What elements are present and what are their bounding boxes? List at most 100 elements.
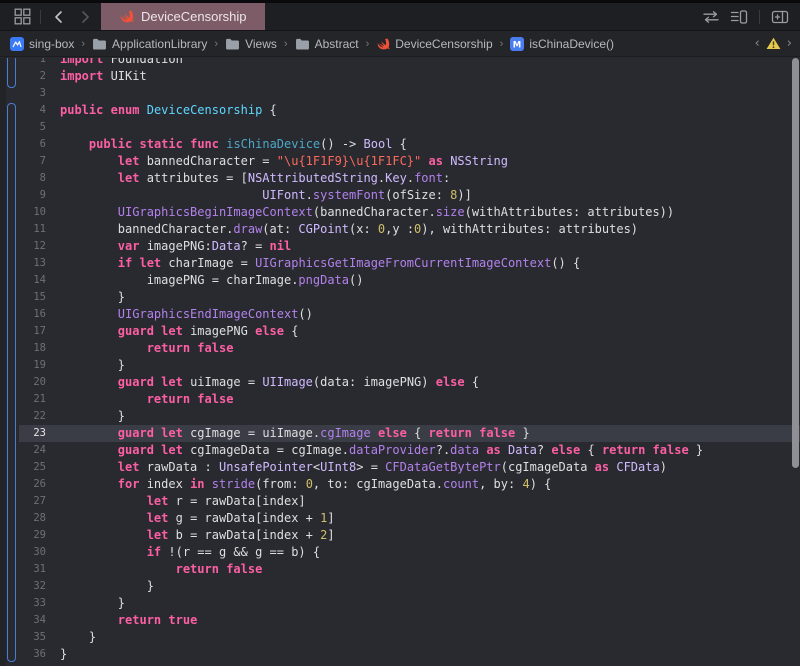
code-line[interactable]: 24 guard let cgImageData = cgImage.dataP… bbox=[0, 442, 800, 459]
line-number[interactable]: 24 bbox=[0, 442, 46, 459]
back-icon[interactable] bbox=[47, 3, 71, 30]
code-line[interactable]: 8 let attributes = [NSAttributedString.K… bbox=[0, 170, 800, 187]
line-number[interactable]: 34 bbox=[0, 612, 46, 629]
code-text: let rawData : UnsafePointer<UInt8> = CFD… bbox=[60, 459, 667, 476]
line-number[interactable]: 26 bbox=[0, 476, 46, 493]
line-number[interactable]: 20 bbox=[0, 374, 46, 391]
code-line[interactable]: 32 } bbox=[0, 578, 800, 595]
add-editor-icon[interactable] bbox=[768, 3, 792, 30]
code-line[interactable]: 4public enum DeviceCensorship { bbox=[0, 102, 800, 119]
code-line[interactable]: 2 import UIKit bbox=[0, 68, 800, 85]
code-line[interactable]: 5 bbox=[0, 119, 800, 136]
code-line[interactable]: 27 let r = rawData[index] bbox=[0, 493, 800, 510]
forward-icon[interactable] bbox=[73, 3, 97, 30]
code-text: UIFont.systemFont(ofSize: 8)] bbox=[60, 187, 472, 204]
line-number[interactable]: 23 bbox=[0, 425, 46, 442]
code-line[interactable]: 11 bannedCharacter.draw(at: CGPoint(x: 0… bbox=[0, 221, 800, 238]
code-line[interactable]: 1import Foundation bbox=[0, 58, 800, 68]
line-number[interactable]: 2 bbox=[0, 68, 46, 85]
line-number[interactable]: 29 bbox=[0, 527, 46, 544]
line-number[interactable]: 19 bbox=[0, 357, 46, 374]
line-number[interactable]: 7 bbox=[0, 153, 46, 170]
line-number[interactable]: 5 bbox=[0, 119, 46, 136]
line-number[interactable]: 3 bbox=[0, 85, 46, 102]
line-number[interactable]: 9 bbox=[0, 187, 46, 204]
code-line[interactable]: 9 UIFont.systemFont(ofSize: 8)] bbox=[0, 187, 800, 204]
code-line[interactable]: 23 guard let cgImage = uiImage.cgImage e… bbox=[0, 425, 800, 442]
code-line[interactable]: 35 } bbox=[0, 629, 800, 646]
tab-devicecensorship[interactable]: DeviceCensorship bbox=[101, 3, 265, 30]
code-line[interactable]: 18 return false bbox=[0, 340, 800, 357]
code-line[interactable]: 3 bbox=[0, 85, 800, 102]
line-number[interactable]: 13 bbox=[0, 255, 46, 272]
code-line[interactable]: 36} bbox=[0, 646, 800, 663]
code-line[interactable]: 14 imagePNG = charImage.pngData() bbox=[0, 272, 800, 289]
line-number[interactable]: 10 bbox=[0, 204, 46, 221]
line-number[interactable]: 33 bbox=[0, 595, 46, 612]
line-number[interactable]: 14 bbox=[0, 272, 46, 289]
code-line[interactable]: 15 } bbox=[0, 289, 800, 306]
code-line[interactable]: 10 UIGraphicsBeginImageContext(bannedCha… bbox=[0, 204, 800, 221]
line-number[interactable]: 6 bbox=[0, 136, 46, 153]
code-line[interactable]: 16 UIGraphicsEndImageContext() bbox=[0, 306, 800, 323]
line-number[interactable]: 35 bbox=[0, 629, 46, 646]
line-number[interactable]: 31 bbox=[0, 561, 46, 578]
code-line[interactable]: 26 for index in stride(from: 0, to: cgIm… bbox=[0, 476, 800, 493]
code-line[interactable]: 17 guard let imagePNG else { bbox=[0, 323, 800, 340]
code-editor[interactable]: 1import Foundation2 import UIKit 34public … bbox=[0, 58, 800, 666]
line-number[interactable]: 32 bbox=[0, 578, 46, 595]
code-text: } bbox=[60, 578, 154, 595]
code-line[interactable]: 25 let rawData : UnsafePointer<UInt8> = … bbox=[0, 459, 800, 476]
line-number[interactable]: 30 bbox=[0, 544, 46, 561]
code-text: return true bbox=[60, 612, 197, 629]
breadcrumb-item-views[interactable]: Views bbox=[225, 37, 277, 51]
code-line[interactable]: 22 } bbox=[0, 408, 800, 425]
warning-icon[interactable] bbox=[766, 37, 781, 50]
code-line[interactable]: 30 if !(r == g && g == b) { bbox=[0, 544, 800, 561]
code-text: import UIKit bbox=[60, 68, 147, 85]
code-review-icon[interactable] bbox=[699, 3, 723, 30]
code-line[interactable]: 34 return true bbox=[0, 612, 800, 629]
code-line[interactable]: 28 let g = rawData[index + 1] bbox=[0, 510, 800, 527]
line-number[interactable]: 17 bbox=[0, 323, 46, 340]
next-issue-icon[interactable]: › bbox=[787, 37, 792, 50]
code-line[interactable]: 12 var imagePNG:Data? = nil bbox=[0, 238, 800, 255]
code-line[interactable]: 13 if let charImage = UIGraphicsGetImage… bbox=[0, 255, 800, 272]
line-number[interactable]: 4 bbox=[0, 102, 46, 119]
code-line[interactable]: 33 } bbox=[0, 595, 800, 612]
breadcrumb-label: Views bbox=[245, 37, 277, 51]
code-line[interactable]: 7 let bannedCharacter = "\u{1F1F9}\u{1F1… bbox=[0, 153, 800, 170]
line-number[interactable]: 8 bbox=[0, 170, 46, 187]
swift-icon bbox=[119, 9, 134, 24]
line-number[interactable]: 15 bbox=[0, 289, 46, 306]
line-number[interactable]: 16 bbox=[0, 306, 46, 323]
code-line[interactable]: 20 guard let uiImage = UIImage(data: ima… bbox=[0, 374, 800, 391]
code-line[interactable]: 29 let b = rawData[index + 2] bbox=[0, 527, 800, 544]
code-line[interactable]: 6 public static func isChinaDevice() -> … bbox=[0, 136, 800, 153]
code-line[interactable]: 21 return false bbox=[0, 391, 800, 408]
code-text: guard let cgImageData = cgImage.dataProv… bbox=[60, 442, 703, 459]
breadcrumb-item-ischinadevice-[interactable]: MisChinaDevice() bbox=[510, 37, 614, 51]
line-number[interactable]: 25 bbox=[0, 459, 46, 476]
previous-issue-icon[interactable]: ‹ bbox=[755, 37, 760, 50]
breadcrumb-item-applicationlibrary[interactable]: ApplicationLibrary bbox=[92, 37, 207, 51]
line-number[interactable]: 1 bbox=[0, 58, 46, 68]
line-number[interactable]: 22 bbox=[0, 408, 46, 425]
line-number[interactable]: 11 bbox=[0, 221, 46, 238]
breadcrumb-item-abstract[interactable]: Abstract bbox=[295, 37, 359, 51]
code-line[interactable]: 31 return false bbox=[0, 561, 800, 578]
breadcrumb-item-sing-box[interactable]: sing-box bbox=[10, 37, 74, 51]
code-line[interactable]: 19 } bbox=[0, 357, 800, 374]
editor-options-icon[interactable] bbox=[727, 3, 751, 30]
breadcrumb-separator: › bbox=[500, 38, 504, 50]
line-number[interactable]: 21 bbox=[0, 391, 46, 408]
line-number[interactable]: 12 bbox=[0, 238, 46, 255]
breadcrumb-item-devicecensorship[interactable]: DeviceCensorship bbox=[376, 37, 492, 51]
line-number[interactable]: 36 bbox=[0, 646, 46, 663]
code-text: guard let uiImage = UIImage(data: imageP… bbox=[60, 374, 479, 391]
vertical-scrollbar-thumb[interactable] bbox=[792, 58, 799, 468]
line-number[interactable]: 18 bbox=[0, 340, 46, 357]
editor-grid-icon[interactable] bbox=[10, 3, 34, 30]
line-number[interactable]: 27 bbox=[0, 493, 46, 510]
line-number[interactable]: 28 bbox=[0, 510, 46, 527]
